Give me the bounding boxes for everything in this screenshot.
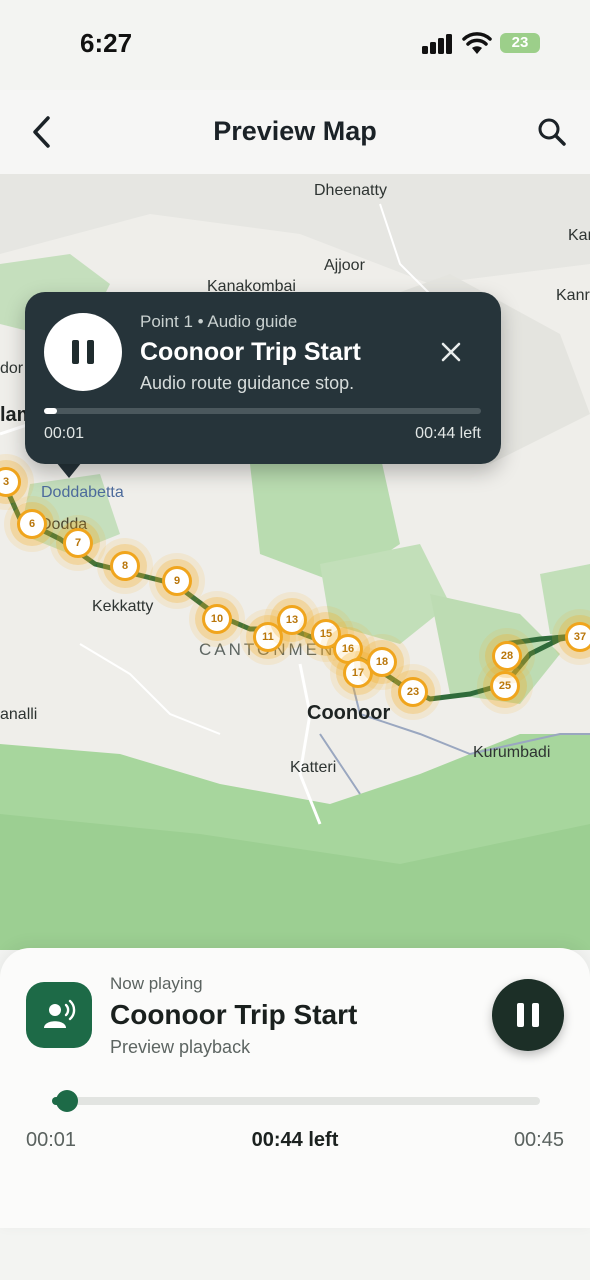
route-marker[interactable]: 18 (367, 647, 397, 677)
time-left: 00:44 left (251, 1129, 339, 1151)
now-playing-panel: Now playing Coonoor Trip Start Preview p… (0, 948, 590, 1228)
wifi-icon (462, 32, 492, 54)
audio-point-popup: Point 1 • Audio guide Coonoor Trip Start… (25, 292, 501, 464)
place-label: Kekkatty (92, 598, 154, 615)
route-marker[interactable]: 13 (277, 605, 307, 635)
place-label: Katteri (290, 759, 337, 776)
popup-current-time: 00:01 (44, 425, 85, 442)
popup-title: Coonoor Trip Start (140, 338, 361, 366)
playback-thumb[interactable] (55, 1090, 78, 1112)
popup-progress-track[interactable] (44, 408, 481, 414)
battery-icon: 23 (500, 33, 540, 53)
audio-guide-icon (26, 982, 92, 1048)
page-title: Preview Map (213, 116, 377, 146)
route-marker[interactable]: 6 (17, 509, 47, 539)
playback-slider[interactable] (52, 1090, 540, 1112)
track-subtitle: Preview playback (110, 1037, 251, 1057)
route-marker[interactable]: 10 (202, 604, 232, 634)
popup-progress-fill (44, 408, 58, 414)
now-playing-label: Now playing (110, 974, 203, 993)
place-label: Coonoor (307, 702, 391, 724)
route-marker[interactable]: 25 (490, 671, 520, 701)
popup-subtitle: Point 1 • Audio guide (140, 312, 298, 331)
total-time: 00:45 (513, 1129, 564, 1151)
place-label: dor (0, 360, 24, 377)
status-bar: 6:27 23 (0, 0, 590, 90)
nav-bar: Preview Map (0, 90, 590, 174)
route-marker[interactable]: 7 (63, 528, 93, 558)
route-marker[interactable]: 23 (398, 677, 428, 707)
popup-description: Audio route guidance stop. (140, 373, 355, 393)
route-marker[interactable]: 37 (565, 622, 590, 652)
pause-button[interactable] (492, 979, 564, 1051)
popup-tail (56, 462, 82, 478)
map-view[interactable]: Dheenatty Ajjoor Kanakombai Kar Kanr Dod… (0, 174, 590, 950)
route-marker[interactable]: 9 (162, 566, 192, 596)
track-title: Coonoor Trip Start (110, 999, 358, 1030)
place-label: Kanr (556, 287, 590, 304)
place-label: Kar (568, 227, 590, 244)
popup-time-left: 00:44 left (415, 425, 481, 442)
status-time: 6:27 (80, 28, 133, 58)
route-marker[interactable]: 28 (492, 641, 522, 671)
route-marker[interactable]: 8 (110, 551, 140, 581)
popup-pause-button[interactable] (44, 313, 122, 391)
place-label: Kurumbadi (473, 744, 551, 761)
search-icon[interactable] (536, 116, 568, 148)
place-label: Dheenatty (314, 182, 387, 199)
signal-icon (422, 34, 454, 54)
place-label: Doddabetta (41, 484, 124, 501)
place-label: analli (0, 706, 38, 723)
close-icon[interactable] (439, 340, 463, 364)
place-label: Ajjoor (324, 257, 365, 274)
